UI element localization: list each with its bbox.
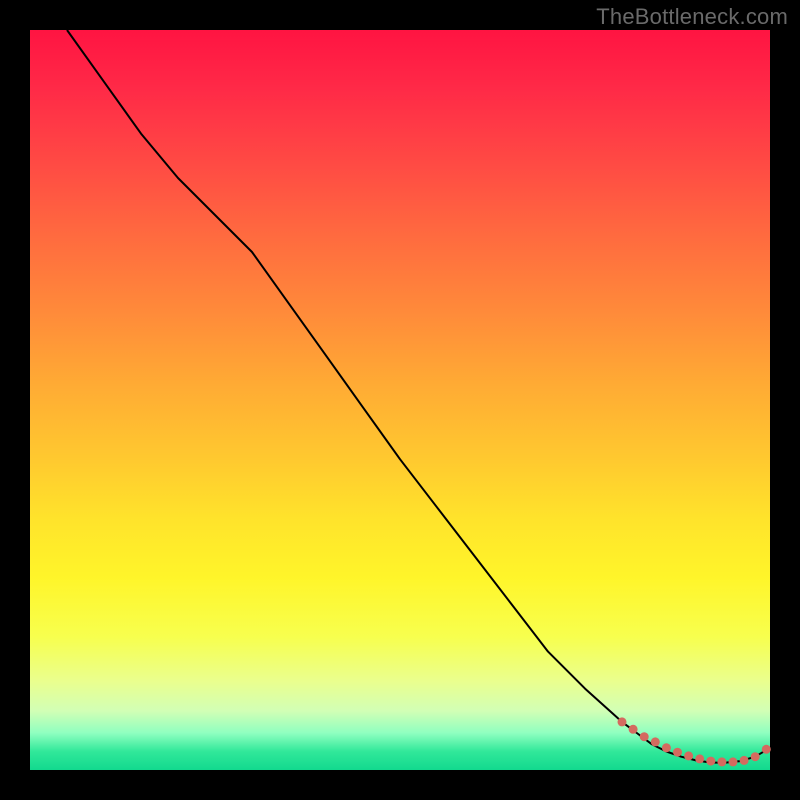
scatter-point [706,757,715,766]
scatter-point [662,743,671,752]
scatter-point [717,757,726,766]
scatter-point [684,751,693,760]
bottleneck-curve [67,30,770,763]
scatter-point [673,748,682,757]
scatter-point [629,725,638,734]
scatter-point [640,732,649,741]
scatter-point [729,757,738,766]
scatter-point [762,745,771,754]
scatter-point [740,756,749,765]
scatter-point [751,752,760,761]
scatter-point [695,754,704,763]
scatter-point [618,717,627,726]
plot-area [30,30,770,770]
watermark-label: TheBottleneck.com [596,4,788,30]
scatter-point [651,737,660,746]
chart-overlay [30,30,770,770]
chart-frame: TheBottleneck.com [0,0,800,800]
